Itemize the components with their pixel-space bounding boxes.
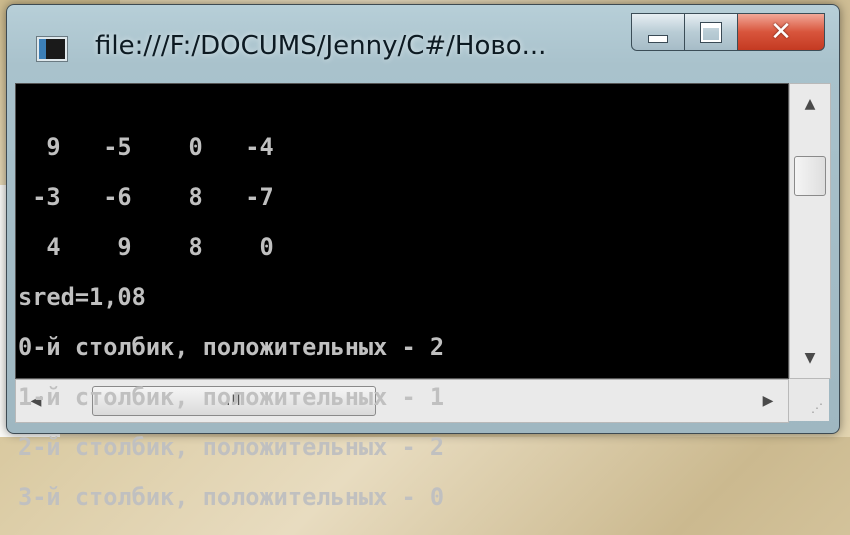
minimize-icon xyxy=(648,35,668,43)
console-line: sred=1,08 xyxy=(18,283,146,311)
vertical-scrollbar[interactable]: ▲ ▼ xyxy=(789,83,831,379)
arrow-down-icon: ▼ xyxy=(804,350,816,366)
arrow-right-icon: ▶ xyxy=(762,393,774,409)
minimize-button[interactable] xyxy=(631,13,685,51)
scroll-up-button[interactable]: ▲ xyxy=(790,84,830,124)
console-line: 1-й столбик, положительных - 1 xyxy=(18,383,445,411)
vertical-scroll-thumb[interactable] xyxy=(794,156,826,196)
console-line: 2-й столбик, положительных - 2 xyxy=(18,433,445,461)
console-line: -3 -6 8 -7 xyxy=(18,183,274,211)
scroll-right-button[interactable]: ▶ xyxy=(748,380,788,422)
close-button[interactable]: ✕ xyxy=(738,13,825,51)
title-bar[interactable]: file:///F:/DOCUMS/Jenny/C#/Ново... ✕ xyxy=(7,5,839,81)
console-line: 0-й столбик, положительных - 2 xyxy=(18,333,445,361)
console-app-icon[interactable] xyxy=(37,37,67,61)
caption-buttons: ✕ xyxy=(631,13,825,51)
arrow-up-icon: ▲ xyxy=(804,96,816,112)
size-grip[interactable]: ⋰ xyxy=(789,379,829,421)
scroll-down-button[interactable]: ▼ xyxy=(790,338,830,378)
console-line: 3-й столбик, положительных - 0 xyxy=(18,483,445,511)
maximize-button[interactable] xyxy=(685,13,738,51)
close-icon: ✕ xyxy=(770,17,792,47)
resize-grip-icon: ⋰ xyxy=(811,401,823,415)
console-line: 4 9 8 0 xyxy=(18,233,274,261)
console-text: 9 -5 0 -4 -3 -6 8 -7 4 9 8 0 sred=1,08 0… xyxy=(18,110,444,535)
console-line: 9 -5 0 -4 xyxy=(18,133,274,161)
window-title: file:///F:/DOCUMS/Jenny/C#/Ново... xyxy=(95,31,547,61)
maximize-icon xyxy=(701,22,721,42)
